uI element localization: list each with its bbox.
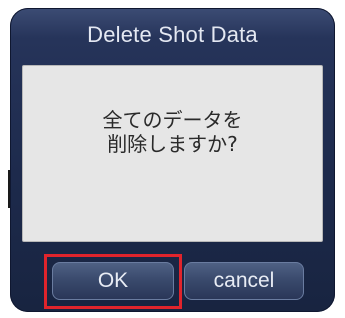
dialog-title: Delete Shot Data [87,22,258,47]
ok-button[interactable]: OK [52,262,174,300]
message-box: 全てのデータを 削除しますか? [22,65,323,242]
screen: Delete Shot Data 全てのデータを 削除しますか? OK canc… [0,0,345,318]
confirm-message: 全てのデータを 削除しますか? [102,108,243,156]
cancel-button[interactable]: cancel [184,262,304,300]
